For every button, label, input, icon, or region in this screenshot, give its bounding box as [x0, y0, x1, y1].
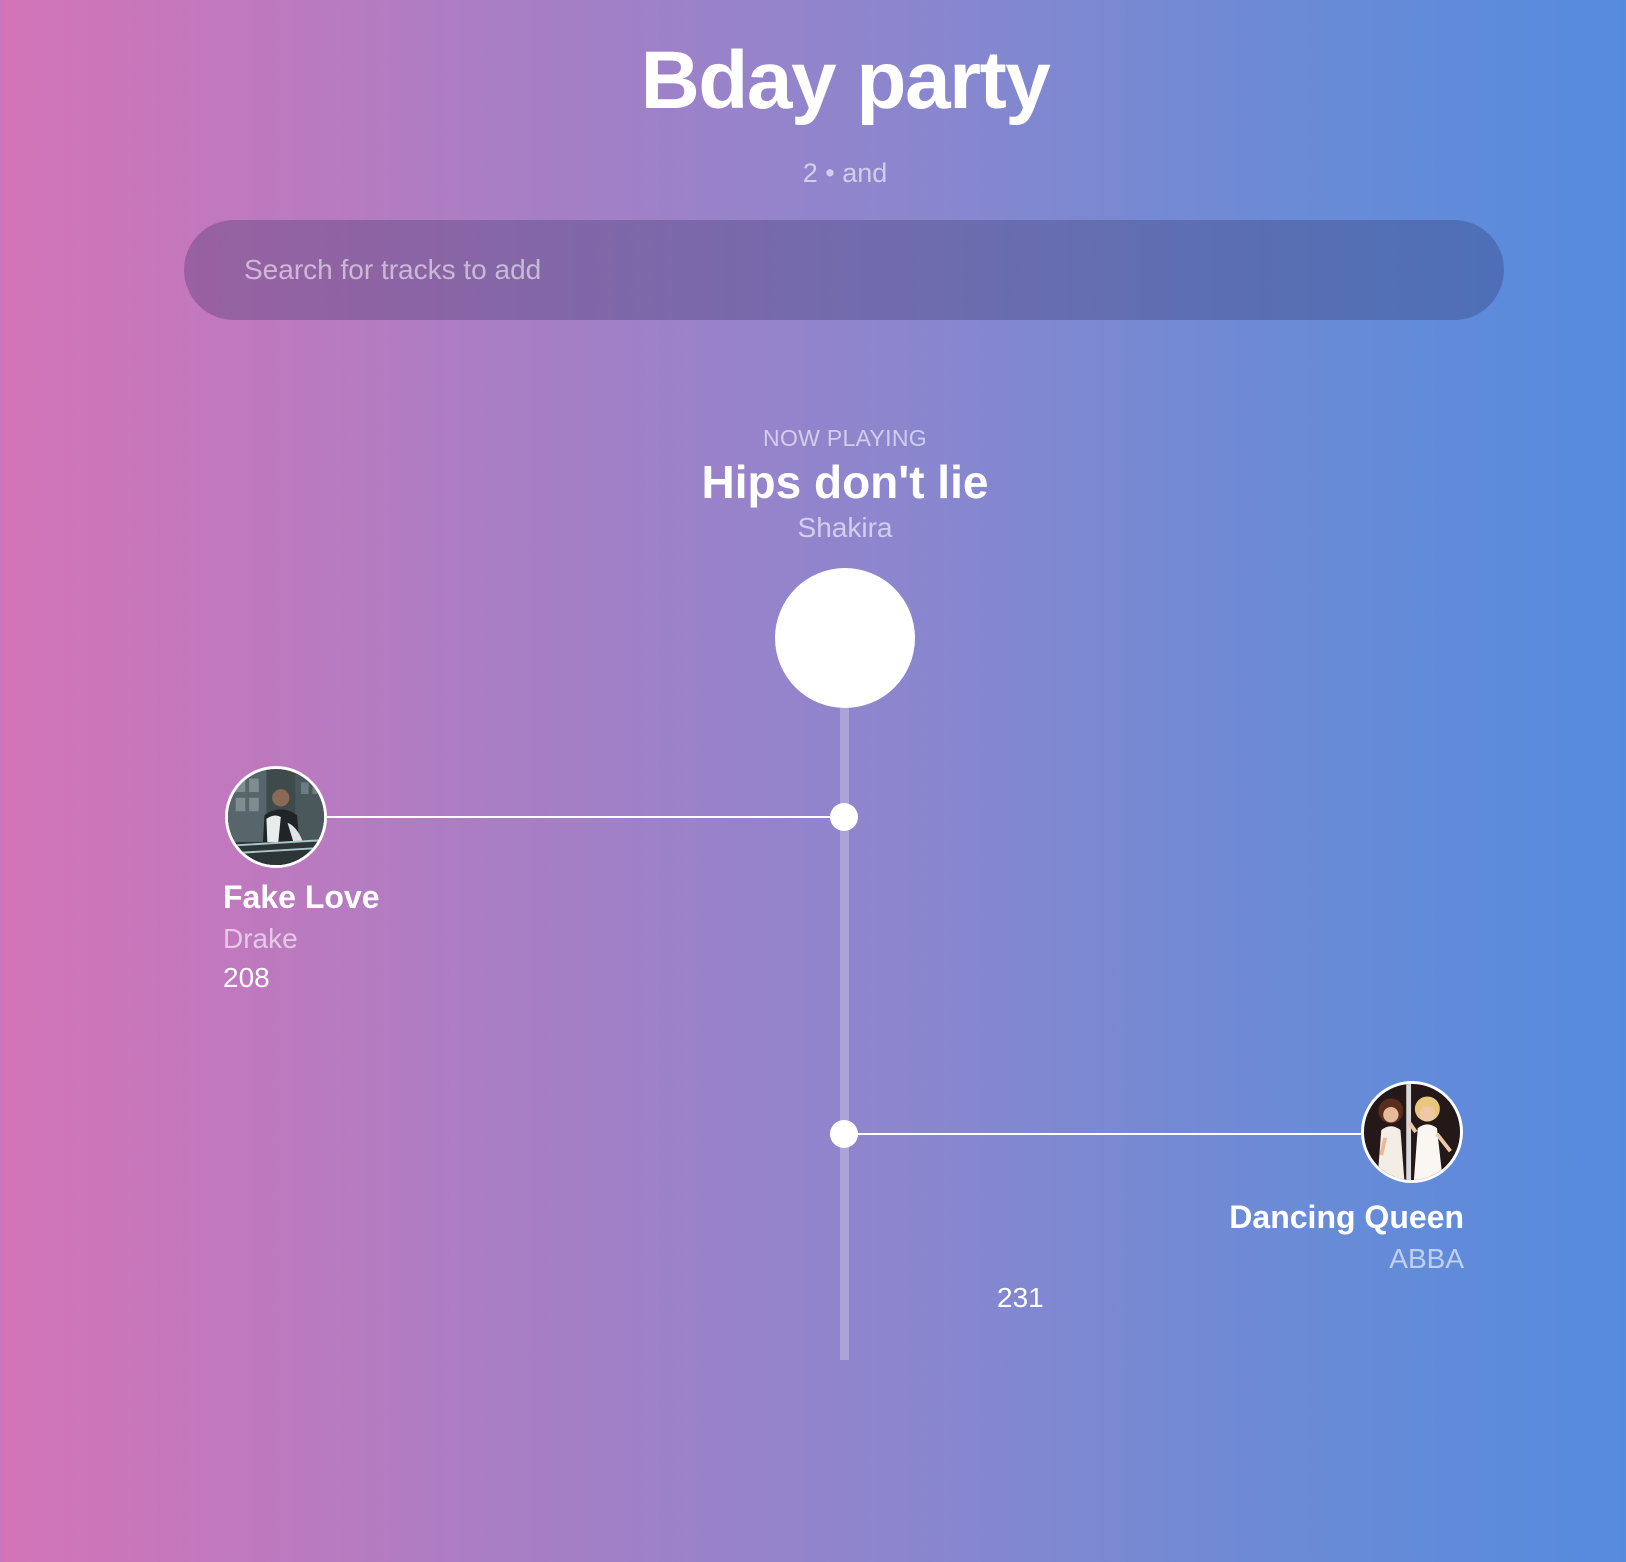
queue-node-dot	[830, 803, 858, 831]
now-playing-artist: Shakira	[797, 512, 893, 543]
party-title: Bday party	[640, 35, 1051, 126]
queue-track-count: 231	[997, 1282, 1044, 1313]
search-input[interactable]	[184, 220, 1504, 320]
now-playing-title: Hips don't lie	[701, 456, 989, 508]
queue-branch-line	[856, 1133, 1364, 1135]
queue-track-artist: ABBA	[1389, 1243, 1464, 1274]
album-art-abba-icon[interactable]	[1361, 1081, 1463, 1183]
queue-track-count: 208	[223, 962, 270, 993]
queue-track-title: Fake Love	[223, 879, 380, 915]
queue-node-dot	[830, 1120, 858, 1148]
party-subtitle: 2 • and	[802, 158, 888, 188]
now-playing-artwork	[775, 568, 915, 708]
queue-branch-line	[325, 816, 831, 818]
queue-track-artist: Drake	[223, 923, 298, 954]
queue-track-title: Dancing Queen	[1229, 1199, 1464, 1235]
now-playing-label: NOW PLAYING	[763, 425, 927, 451]
album-art-drake-icon[interactable]	[225, 766, 327, 868]
